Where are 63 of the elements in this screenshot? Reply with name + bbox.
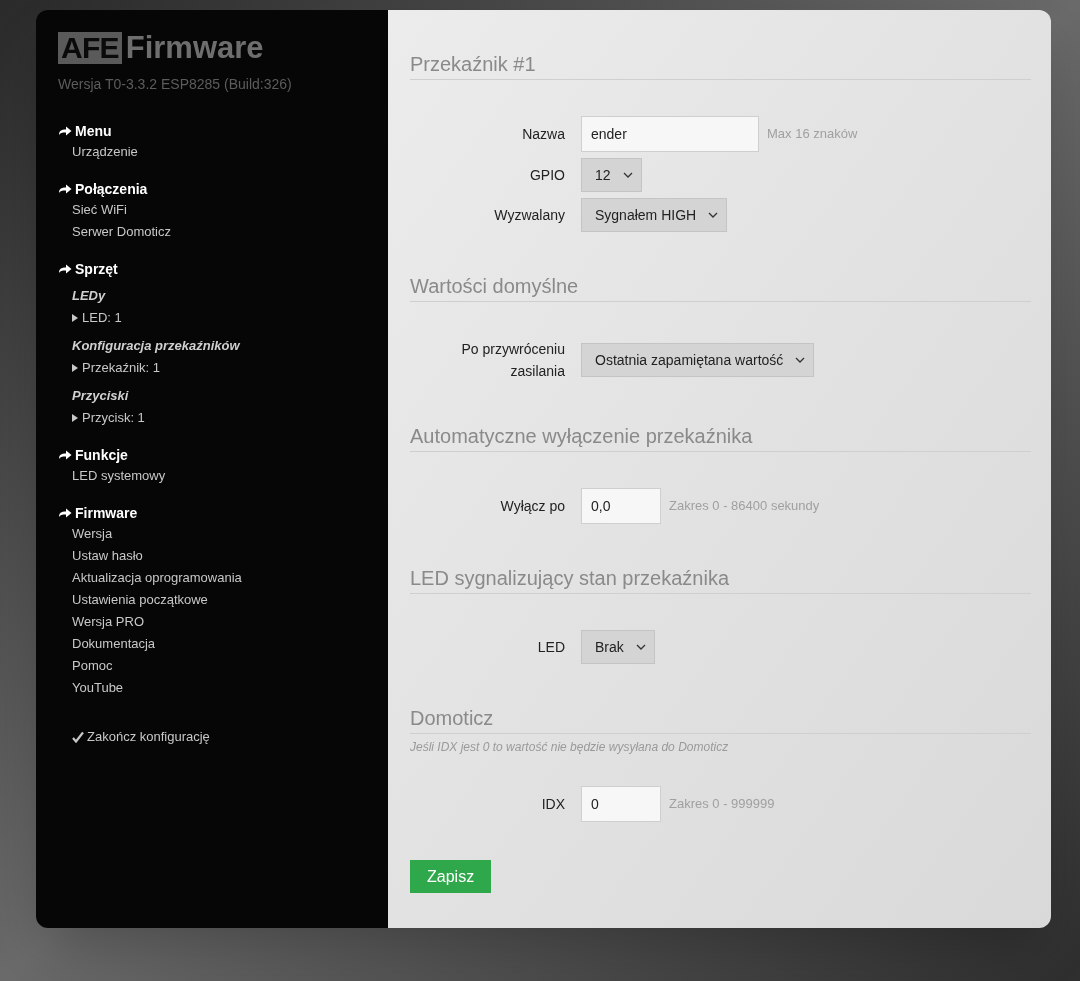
logo-text: Firmware	[125, 32, 264, 64]
check-icon	[72, 730, 84, 743]
section-heading: Połączenia	[75, 179, 148, 199]
select-field[interactable]: Ostatnia zapamiętana wartość	[581, 343, 815, 377]
arrow-right-icon	[58, 450, 72, 460]
section-heading: Sprzęt	[75, 259, 118, 279]
sidebar-link[interactable]: Wersja	[72, 523, 113, 545]
arrow-right-icon	[58, 508, 72, 518]
chevron-down-icon	[708, 212, 719, 218]
section-title: Przekaźnik #1	[410, 50, 1031, 80]
section-heading: Funkcje	[75, 445, 128, 465]
sidebar-link[interactable]: YouTube	[72, 677, 124, 699]
field-hint: Zakres 0 - 999999	[669, 795, 775, 814]
arrow-right-icon	[58, 264, 72, 274]
select-field[interactable]: Brak	[581, 630, 655, 664]
sidebar-link[interactable]: Pomoc	[72, 655, 113, 677]
field-label: Po przywróceniu zasilania	[460, 340, 565, 381]
field-label: GPIO	[529, 166, 565, 185]
section-title: Automatyczne wyłączenie przekaźnika	[410, 422, 1031, 452]
chevron-down-icon	[635, 644, 646, 650]
field-label: IDX	[540, 795, 565, 814]
sidebar-link[interactable]: Przekaźnik: 1	[82, 358, 161, 378]
section-title: Domoticz	[410, 704, 1031, 734]
field-label: LED	[536, 638, 565, 657]
field-hint: Zakres 0 - 86400 sekundy	[669, 497, 820, 516]
version-text: Wersja T0-3.3.2 ESP8285 (Build:326)	[58, 75, 293, 94]
triangle-right-icon	[72, 314, 78, 322]
sidebar-link[interactable]: Ustawienia początkowe	[72, 589, 208, 611]
section-title: LED sygnalizujący stan przekaźnika	[410, 564, 1031, 594]
triangle-right-icon	[72, 364, 78, 372]
sidebar-subheading: Konfiguracja przekaźników	[72, 337, 241, 355]
select-field[interactable]: Sygnałem HIGH	[581, 198, 728, 232]
field-label: Wyzwalany	[493, 206, 565, 225]
chevron-down-icon	[795, 357, 806, 363]
sidebar-link[interactable]: Dokumentacja	[72, 633, 156, 655]
sidebar-link[interactable]: Aktualizacja oprogramowania	[72, 567, 242, 589]
sidebar-link[interactable]: Ustaw hasło	[72, 545, 143, 567]
sidebar-link[interactable]: Wersja PRO	[72, 611, 144, 633]
field-label: Nazwa	[521, 125, 565, 144]
section-title: Wartości domyślne	[410, 272, 1031, 302]
section-note: Jeśli IDX jest 0 to wartość nie będzie wysyłana do Domoticz	[410, 739, 730, 756]
sidebar-subheading: LEDy	[72, 287, 107, 305]
triangle-right-icon	[72, 414, 78, 422]
sidebar-link[interactable]: LED: 1	[82, 308, 122, 328]
sidebar-subheading: Przyciski	[72, 387, 130, 405]
sidebar-link[interactable]: LED systemowy	[72, 465, 166, 487]
sidebar-link[interactable]: Serwer Domoticz	[72, 221, 171, 243]
number-field[interactable]: 0	[581, 786, 661, 822]
arrow-right-icon	[58, 184, 72, 194]
section-heading: Firmware	[75, 503, 138, 523]
field-hint: Max 16 znaków	[767, 125, 858, 144]
arrow-right-icon	[58, 126, 72, 136]
select-field[interactable]: 12	[581, 158, 642, 192]
sidebar-link[interactable]: Przycisk: 1	[82, 408, 145, 428]
text-field[interactable]: ender	[581, 116, 759, 152]
field-label: Wyłącz po	[499, 497, 565, 516]
number-field[interactable]: 0,0	[581, 488, 661, 524]
finish-link[interactable]: Zakończ konfigurację	[87, 727, 210, 747]
section-heading: Menu	[75, 121, 112, 141]
chevron-down-icon	[622, 172, 633, 178]
logo-mark: AFE	[58, 32, 122, 64]
sidebar-link[interactable]: Urządzenie	[72, 141, 138, 163]
sidebar-link[interactable]: Sieć WiFi	[72, 199, 127, 221]
